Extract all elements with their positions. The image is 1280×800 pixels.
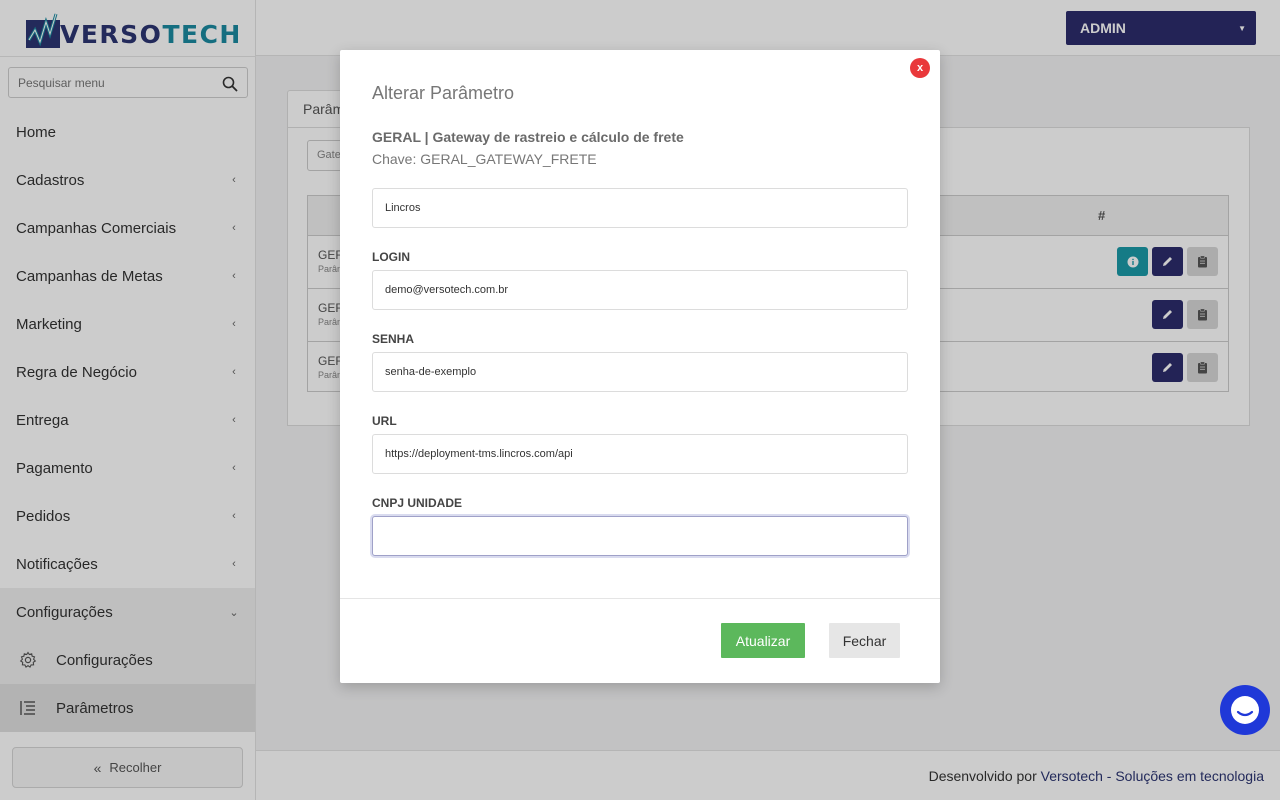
password-label: SENHA xyxy=(372,332,415,346)
modal-title: Alterar Parâmetro xyxy=(372,83,515,103)
login-label: LOGIN xyxy=(372,250,410,264)
cnpj-field[interactable] xyxy=(372,516,908,556)
edit-parameter-modal: x Alterar Parâmetro GERAL | Gateway de r… xyxy=(340,50,940,683)
parameter-group-title: GERAL | Gateway de rastreio e cálculo de… xyxy=(372,129,684,145)
login-field[interactable] xyxy=(372,270,908,310)
url-field[interactable] xyxy=(372,434,908,474)
parameter-key: Chave: GERAL_GATEWAY_FRETE xyxy=(372,151,597,167)
chat-icon xyxy=(1223,688,1267,732)
url-label: URL xyxy=(372,414,397,428)
password-field[interactable] xyxy=(372,352,908,392)
chat-widget-button[interactable] xyxy=(1220,685,1270,735)
update-button[interactable]: Atualizar xyxy=(721,623,805,658)
cnpj-label: CNPJ UNIDADE xyxy=(372,496,463,510)
close-button[interactable]: Fechar xyxy=(829,623,900,658)
gateway-provider-field[interactable] xyxy=(372,188,908,228)
modal-close-button[interactable]: x xyxy=(910,58,930,78)
modal-footer-divider xyxy=(340,598,940,599)
